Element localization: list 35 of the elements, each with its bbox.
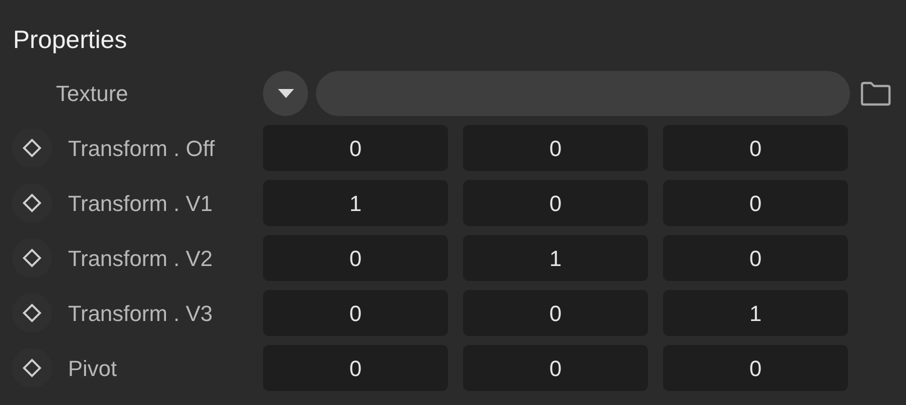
caret-icon	[276, 88, 294, 98]
number-field[interactable]: 0	[263, 345, 448, 391]
number-field[interactable]: 0	[663, 125, 848, 171]
number-field[interactable]: 0	[263, 235, 448, 281]
diamond-icon	[22, 193, 42, 213]
dropdown-button[interactable]	[263, 70, 308, 116]
diamond-icon	[22, 303, 42, 323]
property-label: Transform . V1	[68, 190, 214, 218]
number-field[interactable]: 0	[463, 180, 648, 226]
keyframe-button[interactable]	[12, 128, 52, 168]
keyframe-button[interactable]	[12, 183, 52, 223]
keyframe-button[interactable]	[12, 348, 52, 388]
number-field[interactable]: 1	[663, 290, 848, 336]
number-field[interactable]: 0	[263, 290, 448, 336]
folder-icon[interactable]	[860, 80, 891, 106]
number-field[interactable]: 0	[663, 235, 848, 281]
property-label: Transform . V2	[68, 244, 214, 272]
panel-title: Properties	[13, 25, 127, 56]
number-field[interactable]: 1	[263, 180, 448, 226]
number-field[interactable]: 0	[463, 290, 648, 336]
number-field[interactable]: 0	[263, 125, 448, 171]
number-field[interactable]: 0	[663, 345, 848, 391]
property-label: Texture	[56, 80, 130, 108]
property-label: Transform . V3	[68, 300, 214, 328]
number-field[interactable]: 0	[463, 345, 648, 391]
diamond-icon	[22, 248, 42, 268]
keyframe-button[interactable]	[12, 293, 52, 333]
number-field[interactable]: 0	[663, 180, 848, 226]
property-label: Pivot	[68, 354, 118, 382]
keyframe-button[interactable]	[12, 238, 52, 278]
diamond-icon	[22, 138, 42, 158]
property-label: Transform . Off	[68, 134, 216, 162]
number-field[interactable]: 1	[463, 235, 648, 281]
number-field[interactable]: 0	[463, 125, 648, 171]
diamond-icon	[22, 358, 42, 378]
